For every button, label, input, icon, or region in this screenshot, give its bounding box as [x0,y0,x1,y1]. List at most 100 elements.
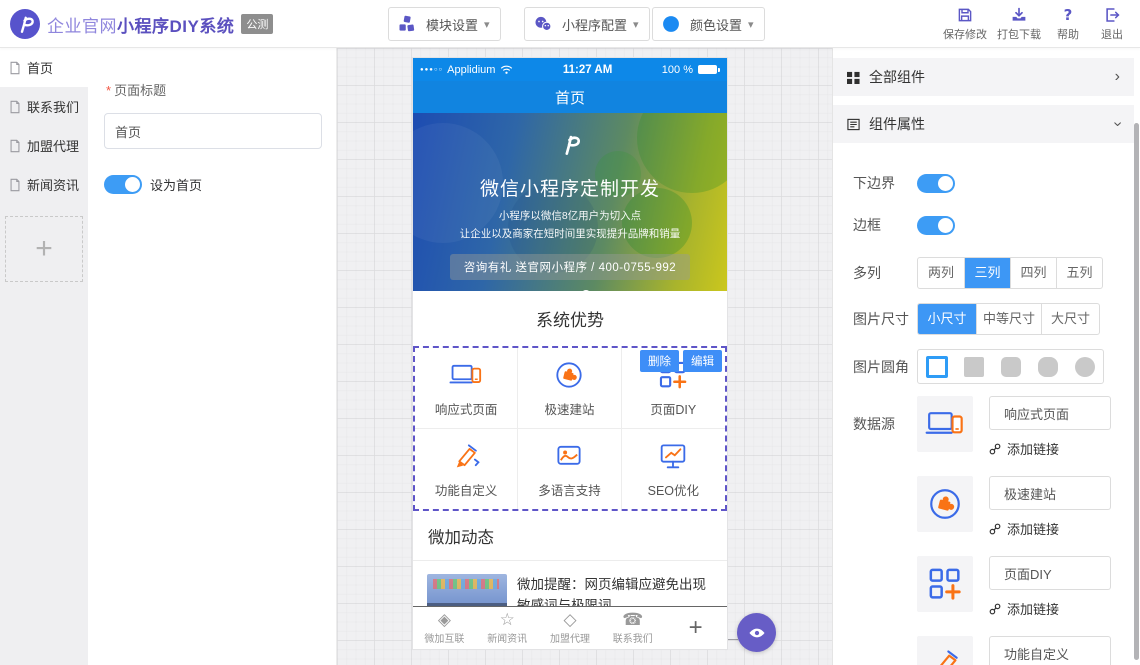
bottom-margin-label: 下边界 [853,173,917,193]
phone-tab-bar: ◈ 微加互联 ☆ 新闻资讯 ◇ 加盟代理 ☎ 联系我们 + [413,606,727,649]
datasource-name-input[interactable] [989,396,1111,430]
page-icon [8,178,22,192]
radius-option-circle[interactable] [1066,350,1103,383]
caret-down-icon: ▾ [748,18,754,31]
signal-icon: ●●●○○ [420,67,443,73]
page-title-input[interactable] [104,113,322,149]
datasource-icon-box [917,476,973,532]
edit-component-button[interactable]: 编辑 [683,350,722,372]
size-option-small-selected[interactable]: 小尺寸 [918,304,976,334]
module-settings-dropdown[interactable]: 模块设置 ▾ [388,7,501,41]
delete-component-button[interactable]: 删除 [640,350,679,372]
datasource-item-speed: 添加链接 [917,476,1111,538]
save-label: 保存修改 [943,26,987,42]
help-icon: ? [1059,6,1077,24]
sidebar-item-agent[interactable]: 加盟代理 [0,126,88,165]
page-diy-icon [925,564,965,604]
add-link-button[interactable]: 添加链接 [989,519,1111,538]
save-button[interactable]: 保存修改 [938,6,992,42]
bottom-margin-toggle[interactable] [917,174,955,193]
grid-item-responsive[interactable]: 响应式页面 [415,348,518,429]
columns-label: 多列 [853,263,917,283]
add-page-button[interactable]: + [5,216,83,282]
page-icon [8,100,22,114]
caret-down-icon: ▾ [484,18,490,31]
size-option-medium[interactable]: 中等尺寸 [976,304,1041,334]
grid-item-seo[interactable]: SEO优化 [622,429,725,509]
banner-title: 微信小程序定制开发 [413,174,727,201]
sidebar-item-label: 加盟代理 [27,136,79,155]
wechat-icon [533,14,553,34]
columns-option-4[interactable]: 四列 [1010,258,1056,288]
datasource-label: 数据源 [853,414,917,434]
sidebar-item-home[interactable]: 首页 [0,48,88,87]
datasource-name-input[interactable] [989,636,1111,665]
help-button[interactable]: ? 帮助 [1046,6,1090,42]
grid-item-custom[interactable]: 功能自定义 [415,429,518,509]
wifi-icon [500,63,513,76]
columns-option-2[interactable]: 两列 [918,258,964,288]
radius-option-square-selected[interactable] [918,350,955,383]
tab-agent[interactable]: ◇ 加盟代理 [539,607,602,649]
download-button[interactable]: 打包下载 [992,6,1046,42]
sidebar-item-news[interactable]: 新闻资讯 [0,165,88,204]
speed-build-icon [552,358,586,392]
bottom-margin-row: 下边界 [853,173,1134,193]
plus-icon: + [689,613,703,643]
grid-item-multilang[interactable]: 多语言支持 [518,429,621,509]
responsive-icon [925,404,965,444]
sidebar-item-contact[interactable]: 联系我们 [0,87,88,126]
phone-icon: ☎ [622,611,643,629]
banner-carousel[interactable]: 微信小程序定制开发 小程序以微信8亿用户为切入点 让企业以及商家在短时间里实现提… [413,113,727,291]
datasource-name-input[interactable] [989,556,1111,590]
miniprogram-config-dropdown[interactable]: 小程序配置 ▾ [524,7,650,41]
add-link-button[interactable]: 添加链接 [989,599,1111,618]
grid-item-speed[interactable]: 极速建站 [518,348,621,429]
page-icon [8,139,22,153]
sidebar-item-label: 新闻资讯 [27,175,79,194]
multilang-icon [552,439,586,473]
add-link-button[interactable]: 添加链接 [989,439,1111,458]
required-mark: * [106,83,111,98]
image-radius-label: 图片圆角 [853,357,917,377]
image-size-segmented-control: 小尺寸 中等尺寸 大尺寸 [917,303,1100,335]
radius-option-slight[interactable] [955,350,992,383]
component-props-panel: 全部组件 › 组件属性 › 下边界 边框 多列 两列 三列 四列 [832,48,1134,665]
exit-button[interactable]: 退出 [1090,6,1134,42]
design-canvas: ●●●○○ Applidium 11:27 AM 100 % 首页 微信小程序定… [337,48,832,665]
tab-contact[interactable]: ☎ 联系我们 [601,607,664,649]
size-option-large[interactable]: 大尺寸 [1041,304,1099,334]
radius-option-round[interactable] [1029,350,1066,383]
carousel-dots[interactable] [413,290,727,291]
component-props-header[interactable]: 组件属性 › [833,105,1134,143]
columns-option-5[interactable]: 五列 [1056,258,1102,288]
eye-icon [747,623,767,643]
datasource-name-input[interactable] [989,476,1111,510]
radius-option-rounded[interactable] [992,350,1029,383]
download-label: 打包下载 [997,26,1041,42]
props-list-icon [847,118,860,131]
color-settings-dropdown[interactable]: 颜色设置 ▾ [652,7,765,41]
brand-logo-icon [10,9,40,39]
app-title: 企业官网小程序DIY系统 [47,12,234,37]
carousel-dot-active[interactable] [581,290,591,291]
datasource-icon-box [917,396,973,452]
set-home-toggle[interactable] [104,175,142,194]
beta-badge: 公测 [241,14,273,34]
weijia-icon: ◈ [438,611,451,629]
selected-component-outline[interactable]: 删除 编辑 响应式页面 极速建站 页面DIY [413,346,727,511]
all-components-header[interactable]: 全部组件 › [833,58,1134,96]
responsive-icon [449,358,483,392]
vertical-scrollbar[interactable] [1134,123,1139,660]
columns-option-3-selected[interactable]: 三列 [964,258,1010,288]
svg-text:?: ? [1064,6,1073,24]
color-dot-icon [661,14,681,34]
tab-weijia[interactable]: ◈ 微加互联 [413,607,476,649]
color-settings-label: 颜色设置 [690,15,742,34]
tab-news[interactable]: ☆ 新闻资讯 [476,607,539,649]
border-toggle[interactable] [917,216,955,235]
chevron-down-icon: › [1108,121,1126,126]
tab-add-button[interactable]: + [664,607,727,649]
top-bar: 企业官网小程序DIY系统 公测 模块设置 ▾ 小程序配置 ▾ 颜色设置 ▾ 保存… [0,0,1140,48]
preview-eye-button[interactable] [737,613,776,652]
